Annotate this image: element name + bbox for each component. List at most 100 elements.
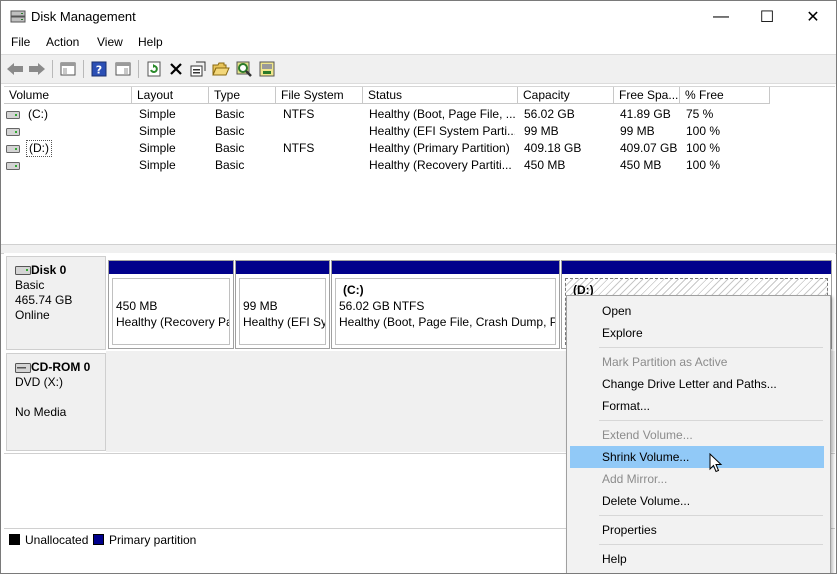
volume-type: Basic [215,141,245,155]
partition-efi[interactable]: 99 MB Healthy (EFI Sy: [235,260,330,349]
primary-partition-bar [236,261,329,274]
context-separator [599,544,823,545]
drive-icon [6,128,20,136]
refresh-button[interactable] [144,59,164,79]
minimize-button[interactable]: — [698,1,744,32]
volume-capacity: 99 MB [524,124,559,138]
mouse-cursor-icon [709,453,723,473]
volume-status: Healthy (EFI System Parti... [369,124,515,138]
context-separator [599,347,823,348]
volume-percent-free: 100 % [686,124,721,138]
volume-percent-free: 100 % [686,141,721,155]
cdrom-0-drive: DVD (X:) [15,375,63,389]
context-item-mark-active[interactable]: Mark Partition as Active [570,351,824,373]
menu-action[interactable]: Action [46,35,79,49]
volume-percent-free: 75 % [686,107,714,121]
column-header-volume[interactable]: Volume [4,87,132,104]
disk-0-label[interactable]: Disk 0 Basic 465.74 GB Online [6,256,106,350]
volume-capacity: 450 MB [524,158,566,172]
context-item-delete-volume[interactable]: Delete Volume... [570,490,824,512]
context-item-explore[interactable]: Explore [570,322,824,344]
column-header-capacity[interactable]: Capacity [518,87,614,104]
menu-view[interactable]: View [97,35,123,49]
disk-management-app-icon [10,10,26,23]
back-arrow-icon [7,63,23,75]
context-item-add-mirror[interactable]: Add Mirror... [570,468,824,490]
disk-0-type: Basic [15,278,45,292]
column-header-file-system[interactable]: File System [276,87,363,104]
context-item-open[interactable]: Open [570,300,824,322]
column-header-layout[interactable]: Layout [132,87,209,104]
volume-free-space: 450 MB [620,158,662,172]
help-icon: ? [91,61,107,77]
volume-free-space: 41.89 GB [620,107,671,121]
menu-bar: File Action View Help [1,32,836,53]
cdrom-0-label[interactable]: CD-ROM 0 DVD (X:) No Media [6,353,106,451]
unallocated-swatch [9,534,20,545]
forward-button[interactable] [27,59,47,79]
drive-icon [6,111,20,119]
close-icon: ✕ [806,8,820,26]
minimize-icon: — [713,7,729,25]
disk-management-window: Disk Management — ☐ ✕ File Action View H… [0,0,837,574]
context-item-change-drive-letter[interactable]: Change Drive Letter and Paths... [570,373,824,395]
context-separator [599,420,823,421]
maximize-button[interactable]: ☐ [744,1,790,32]
volume-type: Basic [215,124,245,138]
column-header-free-space[interactable]: Free Spa... [614,87,680,104]
open-folder-button[interactable] [211,59,231,79]
volume-status: Healthy (Boot, Page File, ... [369,107,515,121]
volume-row-recovery[interactable]: Simple Basic Healthy (Recovery Partiti..… [4,157,835,174]
volume-name: (D:) [26,140,52,157]
close-button[interactable]: ✕ [790,1,836,32]
column-header-type[interactable]: Type [209,87,276,104]
volume-row-d[interactable]: (D:) Simple Basic NTFS Healthy (Primary … [4,140,835,157]
volume-row-c[interactable]: (C:) Simple Basic NTFS Healthy (Boot, Pa… [4,106,835,123]
disk-0-size: 465.74 GB [15,293,73,307]
delete-button[interactable] [166,59,186,79]
primary-partition-bar [109,261,233,274]
explore-button[interactable] [234,59,254,79]
menu-file[interactable]: File [11,35,30,49]
properties-button[interactable] [188,59,208,79]
menu-help[interactable]: Help [138,35,163,49]
help-button[interactable]: ? [89,59,109,79]
partition-recovery[interactable]: 450 MB Healthy (Recovery Pa [108,260,234,349]
maximize-icon: ☐ [759,8,775,26]
context-item-format[interactable]: Format... [570,395,824,417]
toolbar-separator [52,60,53,78]
svg-text:?: ? [96,64,102,77]
disk-icon [15,266,31,276]
action-pane-button[interactable] [113,59,133,79]
drive-icon [6,145,20,153]
context-menu: Open Explore Mark Partition as Active Ch… [566,295,831,573]
forward-arrow-icon [29,63,45,75]
action-pane-icon [115,62,131,76]
show-hide-console-tree-button[interactable] [58,59,78,79]
disk-properties-button[interactable] [257,59,277,79]
column-header-percent-free[interactable]: % Free [680,87,770,104]
volume-layout: Simple [139,158,176,172]
column-header-status[interactable]: Status [363,87,518,104]
context-item-help[interactable]: Help [570,548,824,570]
back-button[interactable] [5,59,25,79]
primary-partition-bar [562,261,831,274]
partition-status: Healthy (EFI Sy: [243,315,326,329]
context-item-properties[interactable]: Properties [570,519,824,541]
volume-list: Volume Layout Type File System Status Ca… [4,86,835,245]
volume-status: Healthy (Primary Partition) [369,141,510,155]
partition-size: 56.02 GB NTFS [339,299,425,313]
toolbar-separator [138,60,139,78]
volume-type: Basic [215,107,245,121]
context-item-extend-volume[interactable]: Extend Volume... [570,424,824,446]
partition-status: Healthy (Recovery Pa [116,315,230,329]
volume-layout: Simple [139,141,176,155]
toolbar: ? [1,54,836,84]
toolbar-separator [83,60,84,78]
primary-partition-bar [332,261,559,274]
volume-row-efi[interactable]: Simple Basic Healthy (EFI System Parti..… [4,123,835,140]
drive-icon [6,162,20,170]
context-item-shrink-volume[interactable]: Shrink Volume... [570,446,824,468]
partition-status: Healthy (Boot, Page File, Crash Dump, Pı [339,315,556,329]
partition-c[interactable]: (C:) 56.02 GB NTFS Healthy (Boot, Page F… [331,260,560,349]
